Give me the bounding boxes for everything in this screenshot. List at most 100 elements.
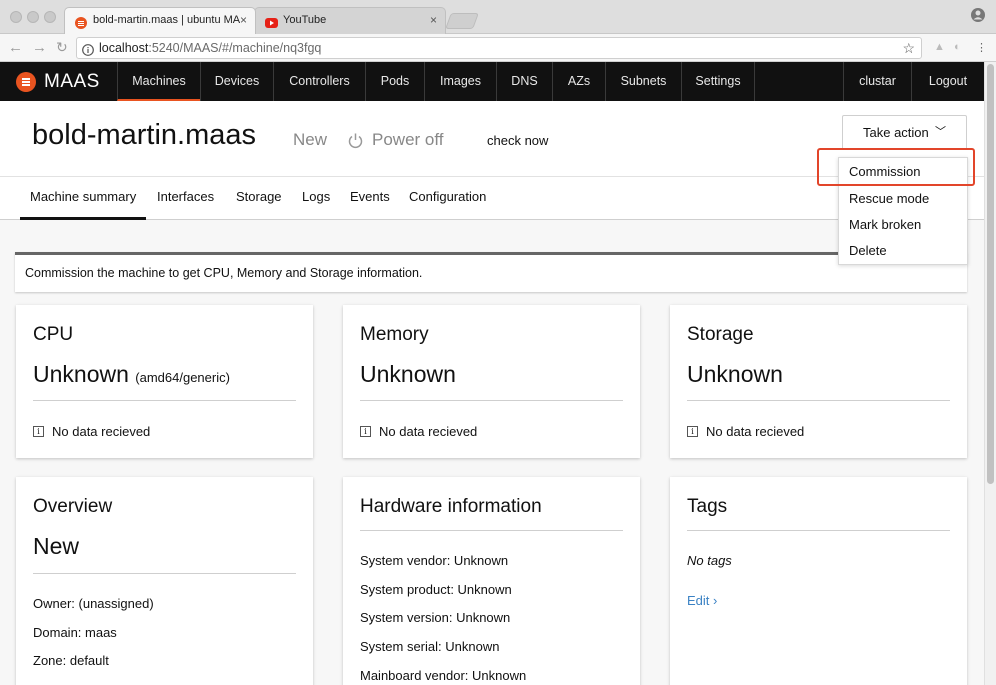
profile-icon[interactable]: [970, 7, 986, 28]
tab-title: bold-martin.maas | ubuntu MA: [93, 14, 241, 26]
menu-item-delete[interactable]: Delete: [849, 243, 887, 258]
machine-status: New: [293, 130, 328, 149]
menu-icon[interactable]: ⋮: [976, 41, 987, 54]
url-host: localhost: [99, 41, 149, 55]
memory-value: Unknown: [360, 361, 456, 387]
tab-configuration[interactable]: Configuration: [409, 177, 486, 220]
maas-logo[interactable]: MAAS: [16, 71, 100, 93]
zoom-window-button[interactable]: [44, 11, 56, 23]
take-action-menu: Commission Rescue mode Mark broken Delet…: [838, 157, 968, 265]
close-tab-icon[interactable]: ×: [240, 8, 247, 32]
info-icon: i: [360, 426, 371, 437]
browser-tab-bar: bold-martin.maas | ubuntu MA × YouTube ×: [0, 0, 996, 34]
tab-logs[interactable]: Logs: [302, 177, 330, 220]
browser-tab-maas[interactable]: bold-martin.maas | ubuntu MA ×: [64, 7, 256, 34]
hardware-title: Hardware information: [360, 496, 542, 517]
nav-user[interactable]: clustar: [843, 62, 911, 101]
logo-text: MAAS: [44, 71, 100, 92]
extension-icon[interactable]: ◐: [954, 41, 961, 53]
storage-title: Storage: [687, 324, 754, 345]
cpu-nodata: i No data recieved: [33, 424, 150, 439]
hardware-card: Hardware information System vendor: Unkn…: [343, 477, 640, 685]
close-window-button[interactable]: [10, 11, 22, 23]
tab-events[interactable]: Events: [350, 177, 390, 220]
info-icon: i: [687, 426, 698, 437]
cpu-card: CPU Unknown (amd64/generic) i No data rec…: [16, 305, 313, 458]
machine-tabs: Machine summary Interfaces Storage Logs …: [0, 177, 984, 220]
site-info-icon[interactable]: [82, 42, 94, 62]
url-field[interactable]: localhost:5240/MAAS/#/machine/nq3fgq ☆: [76, 37, 922, 59]
cpu-arch: (amd64/generic): [135, 370, 230, 385]
minimize-window-button[interactable]: [27, 11, 39, 23]
system-vendor: System vendor: Unknown: [360, 553, 509, 568]
system-serial: System serial: Unknown: [360, 639, 500, 654]
power-icon: [348, 133, 363, 148]
extension-icon[interactable]: ▲: [934, 41, 945, 53]
take-action-label: Take action: [863, 125, 929, 140]
storage-card: Storage Unknown i No data recieved: [670, 305, 967, 458]
reload-icon[interactable]: ↻: [56, 39, 68, 56]
nav-pods[interactable]: Pods: [365, 62, 424, 101]
maas-logo-icon: [16, 72, 36, 92]
tags-card: Tags No tags Edit ›: [670, 477, 967, 685]
memory-title: Memory: [360, 324, 429, 345]
system-version: System version: Unknown: [360, 610, 511, 625]
url-path: :5240/MAAS/#/machine/nq3fgq: [148, 41, 322, 55]
menu-item-mark-broken[interactable]: Mark broken: [849, 217, 921, 232]
tab-machine-summary[interactable]: Machine summary: [20, 177, 147, 220]
power-state: Power off: [347, 130, 444, 150]
overview-status: New: [33, 533, 80, 559]
nav-machines[interactable]: Machines: [117, 62, 200, 101]
power-label: Power off: [372, 130, 444, 149]
nav-settings[interactable]: Settings: [681, 62, 755, 101]
nav-images[interactable]: Images: [424, 62, 496, 101]
youtube-favicon-icon: [265, 14, 278, 28]
nav-controllers[interactable]: Controllers: [273, 62, 365, 101]
bookmark-star-icon[interactable]: ☆: [902, 38, 915, 58]
maas-navbar: MAAS Machines Devices Controllers Pods I…: [0, 62, 984, 101]
chevron-down-icon: ﹀: [935, 126, 946, 138]
tags-title: Tags: [687, 496, 728, 517]
new-tab-button[interactable]: [445, 13, 479, 29]
system-product: System product: Unknown: [360, 582, 512, 597]
tab-interfaces[interactable]: Interfaces: [157, 177, 214, 220]
browser-tab-youtube[interactable]: YouTube ×: [254, 7, 446, 34]
tab-title: YouTube: [283, 14, 327, 26]
commission-notice: Commission the machine to get CPU, Memor…: [15, 252, 967, 292]
overview-title: Overview: [33, 496, 113, 517]
memory-card: Memory Unknown i No data recieved: [343, 305, 640, 458]
nav-logout[interactable]: Logout: [911, 62, 984, 101]
memory-nodata: i No data recieved: [360, 424, 477, 439]
nav-azs[interactable]: AZs: [552, 62, 605, 101]
machine-summary-content: Commission the machine to get CPU, Memor…: [0, 220, 984, 685]
storage-nodata: i No data recieved: [687, 424, 804, 439]
edit-tags-link[interactable]: Edit ›: [687, 593, 717, 608]
close-tab-icon[interactable]: ×: [430, 8, 437, 32]
cpu-title: CPU: [33, 324, 74, 345]
info-icon: i: [33, 426, 44, 437]
machine-hostname[interactable]: bold-martin.maas: [32, 119, 256, 152]
back-icon[interactable]: ←: [8, 39, 23, 56]
menu-item-commission[interactable]: Commission: [849, 164, 921, 179]
tab-storage[interactable]: Storage: [236, 177, 282, 220]
no-tags-text: No tags: [687, 553, 732, 568]
owner-field: Owner: (unassigned): [33, 596, 154, 611]
mainboard-vendor: Mainboard vendor: Unknown: [360, 668, 527, 683]
machine-header: bold-martin.maas New Power off check now…: [0, 101, 984, 177]
menu-item-rescue-mode[interactable]: Rescue mode: [849, 191, 929, 206]
forward-icon[interactable]: →: [32, 39, 47, 56]
address-bar: ← → ↻ localhost:5240/MAAS/#/machine/nq3f…: [0, 34, 996, 62]
domain-field: Domain: maas: [33, 625, 117, 640]
maas-favicon-icon: [75, 14, 87, 29]
nav-dns[interactable]: DNS: [496, 62, 552, 101]
take-action-button[interactable]: Take action ﹀: [842, 115, 967, 150]
nav-subnets[interactable]: Subnets: [605, 62, 681, 101]
check-now-link[interactable]: check now: [487, 133, 548, 148]
storage-value: Unknown: [687, 361, 783, 387]
zone-field: Zone: default: [33, 653, 109, 668]
cpu-value: Unknown (amd64/generic): [33, 361, 230, 387]
scrollbar-thumb[interactable]: [987, 64, 994, 484]
page-scrollbar[interactable]: [984, 62, 996, 685]
overview-card: Overview New Owner: (unassigned) Domain:…: [16, 477, 313, 685]
nav-devices[interactable]: Devices: [200, 62, 273, 101]
